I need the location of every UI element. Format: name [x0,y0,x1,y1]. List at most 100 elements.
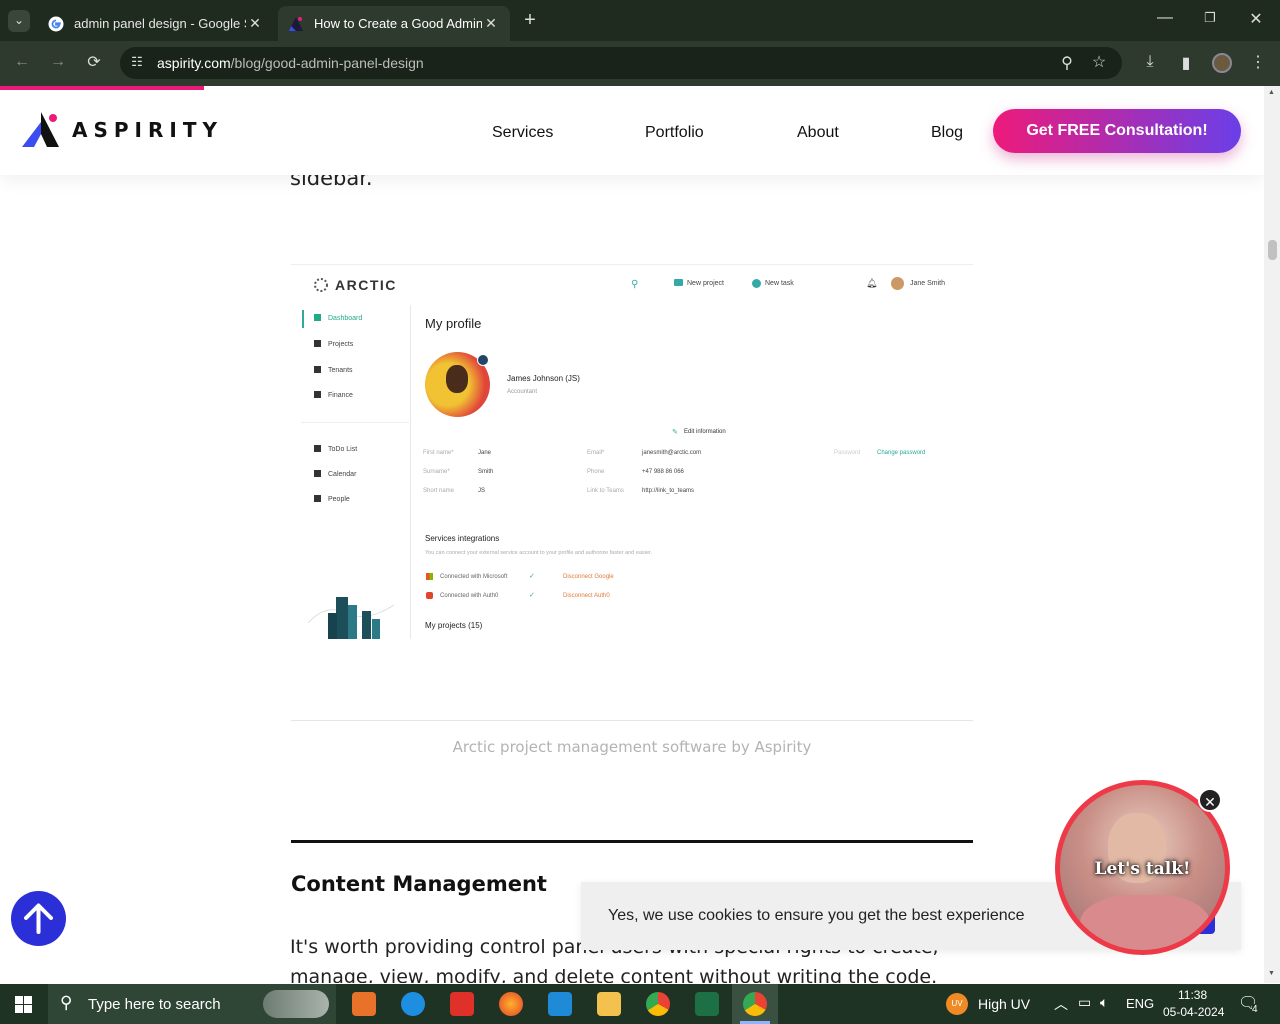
notification-count: 4 [1252,1004,1258,1015]
caption-divider [291,720,973,721]
sidebar-icon [314,391,321,398]
download-icon[interactable]: ⤓ [1140,53,1160,71]
windows-taskbar: ⚲ Type here to search UV High UV ︿ ▭ 🔈︎ … [0,984,1280,1024]
reload-icon[interactable]: ⟳ [84,52,104,72]
sidebar-icon [314,314,321,321]
check-icon: ✓ [529,573,535,580]
scroll-to-top-button[interactable] [11,891,66,946]
nav-blog[interactable]: Blog [931,124,963,142]
tab-google-search[interactable]: admin panel design - Google Se ✕ [38,6,274,41]
tab-title: How to Create a Good Admin P [314,16,482,31]
close-video-icon[interactable]: ✕ [1198,788,1222,812]
page-scrollbar[interactable]: ▲ ▼ [1264,86,1280,983]
browser-menu-icon[interactable]: ⋮ [1248,52,1268,72]
free-consultation-button[interactable]: Get FREE Consultation! [993,109,1241,153]
app-icon-1[interactable] [352,992,376,1016]
profile-avatar[interactable] [1212,53,1232,73]
logo-wordmark[interactable]: ASPIRITY [72,118,223,142]
article-figure-arctic-screenshot: ARCTIC ⚲ New project New task 🔔︎ Jane Sm… [291,264,973,639]
restore-icon[interactable]: ❐ [1200,10,1220,26]
profile-heading: My profile [425,316,482,331]
section-heading: Content Management [291,872,547,896]
check-icon: ✓ [529,592,535,599]
sidebar-icon [314,366,321,373]
volume-icon[interactable]: 🔈︎ [1100,994,1108,1011]
nav-services[interactable]: Services [492,124,553,142]
language-indicator[interactable]: ENG [1126,996,1154,1011]
search-icon: ⚲ [60,993,73,1012]
edit-pencil-icon: ✎ [672,429,678,436]
search-placeholder: Type here to search [88,996,221,1013]
uv-weather-icon[interactable]: UV [946,993,968,1015]
integrations-title: Services integrations [425,534,500,543]
tray-overflow-icon[interactable]: ︿ [1054,994,1068,1014]
cookie-text: Yes, we use cookies to ensure you get th… [608,907,1025,924]
sidebar-item-finance: Finance [328,392,353,399]
scroll-up-arrow[interactable]: ▲ [1268,89,1275,96]
disconnect-link: Disconnect Google [563,574,614,580]
clock-date[interactable]: 05-04-2024 [1163,1005,1224,1019]
vscode-icon[interactable] [548,992,572,1016]
side-panel-icon[interactable]: ▮ [1176,53,1196,73]
disconnect-link: Disconnect Auth0 [563,593,610,599]
excel-icon[interactable] [695,992,719,1016]
scrollbar-thumb[interactable] [1268,240,1277,260]
field-value: Jane [478,450,492,456]
notification-bell-icon: 🔔︎ [866,278,878,288]
arctic-search-icon: ⚲ [631,279,639,290]
new-tab-icon[interactable]: + [520,9,540,32]
auth0-icon [426,592,433,599]
app-icon-skype[interactable] [401,992,425,1016]
search-highlight-image [263,990,329,1018]
profile-face [446,365,468,393]
clock-time[interactable]: 11:38 [1178,988,1207,1002]
zoom-icon[interactable]: ⚲ [1058,53,1076,73]
new-project-link: New project [687,280,724,287]
field-label: Phone [587,469,605,475]
field-value: +47 988 86 066 [642,469,684,475]
sidebar-icon [314,445,321,452]
bookmark-star-icon[interactable]: ☆ [1090,52,1108,72]
edit-photo-icon [477,354,489,366]
close-tab-icon[interactable]: ✕ [482,15,500,32]
network-icon[interactable]: ▭ [1078,994,1091,1011]
arctic-logo-icon [314,278,328,292]
close-tab-icon[interactable]: ✕ [246,15,264,32]
chrome-icon[interactable] [646,992,670,1016]
field-label: Link to Teams [587,488,624,494]
new-project-icon [674,279,683,286]
sidebar-active-marker [302,310,304,328]
weather-text[interactable]: High UV [978,996,1030,1012]
section-divider [291,840,973,843]
forward-icon[interactable]: → [48,53,68,71]
edit-information-link: Edit information [684,429,726,435]
sidebar-item-tenants: Tenants [328,367,353,374]
nav-portfolio[interactable]: Portfolio [645,124,704,142]
aspirity-logo-icon[interactable] [22,110,60,148]
site-info-icon[interactable]: ☷ [128,54,146,70]
windows-start-icon[interactable] [15,996,32,1013]
address-bar[interactable]: ☷ aspirity.com/blog/good-admin-panel-des… [120,47,1122,79]
firefox-icon[interactable] [499,992,523,1016]
field-value: Smith [478,469,494,475]
close-window-icon[interactable]: ✕ [1246,9,1266,29]
tab-aspirity-article[interactable]: How to Create a Good Admin P ✕ [278,6,510,41]
sidebar-item-calendar: Calendar [328,471,357,478]
microsoft-icon [426,573,433,580]
city-illustration [307,597,395,639]
app-icon-wps[interactable] [450,992,474,1016]
back-icon[interactable]: ← [12,53,32,71]
tab-search-icon[interactable]: ⌄ [8,10,30,32]
field-label: Email* [587,450,605,456]
sidebar-icon [314,495,321,502]
nav-about[interactable]: About [797,124,839,142]
presenter-shirt [1080,895,1210,950]
file-explorer-icon[interactable] [597,992,621,1016]
chrome-active-app[interactable] [732,984,778,1024]
taskbar-search-box[interactable]: ⚲ Type here to search [48,984,336,1024]
sidebar-icon [314,470,321,477]
minimize-icon[interactable]: — [1155,9,1175,27]
scroll-down-arrow[interactable]: ▼ [1268,970,1275,977]
integrations-desc: You can connect your external service ac… [425,550,652,556]
user-name: Jane Smith [910,280,946,287]
